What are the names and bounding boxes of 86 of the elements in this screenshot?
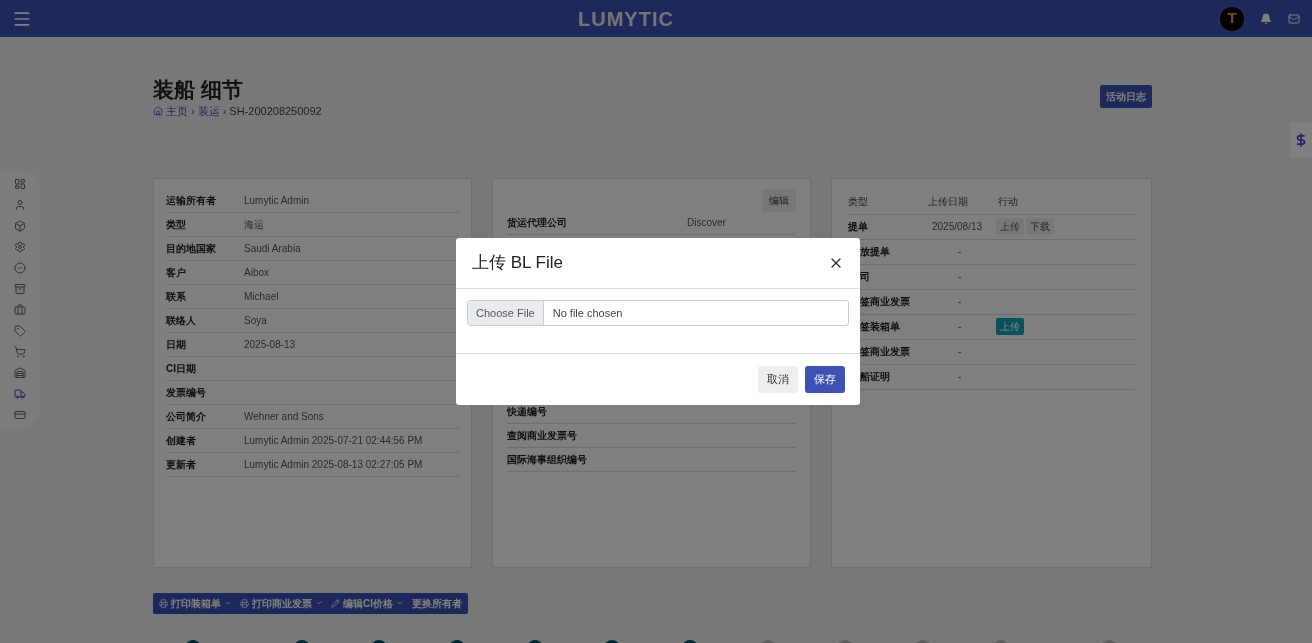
breadcrumb-separator: › [222, 104, 227, 119]
detail-value: Soya [244, 313, 267, 328]
currency-tab[interactable] [1290, 122, 1312, 158]
file-status: No file chosen [551, 305, 624, 321]
truck-icon[interactable] [14, 388, 26, 400]
detail-label: 货运代理公司 [507, 216, 568, 230]
detail-value: Wehner and Sons [244, 409, 324, 424]
briefcase-icon[interactable] [14, 304, 26, 316]
toolbar-button[interactable]: 打印装箱单 [159, 595, 232, 611]
file-input[interactable]: Choose File No file chosen [467, 300, 849, 326]
edit-button[interactable]: 编辑 [762, 188, 796, 212]
detail-value: Aibox [244, 265, 269, 280]
column-header: 类型 [848, 194, 869, 209]
cancel-button[interactable]: 取消 [758, 366, 798, 393]
detail-label: CI日期 [166, 361, 197, 376]
detail-value: Saudi Arabia [244, 241, 301, 256]
breadcrumb-link[interactable]: 装运 [197, 103, 220, 120]
upload-button[interactable]: 上传 [996, 318, 1024, 335]
document-type: 签商业发票 [860, 296, 910, 307]
tag-icon[interactable] [14, 325, 26, 337]
printer-icon [240, 598, 249, 608]
choose-file-button[interactable]: Choose File [468, 301, 544, 325]
printer-icon [159, 598, 168, 608]
avatar[interactable]: T [1220, 6, 1244, 31]
toolbar-button[interactable]: 更换所有者 [412, 595, 462, 611]
card-icon[interactable] [14, 409, 26, 421]
check-circle-icon[interactable] [14, 262, 26, 274]
detail-label: 查阅商业发票号 [507, 428, 578, 443]
detail-label: 公司简介 [166, 409, 207, 424]
upload-date: - [958, 246, 962, 257]
box-icon[interactable] [14, 220, 26, 232]
detail-value: 2025-08-13 [244, 337, 296, 352]
detail-label: 发票编号 [166, 385, 207, 400]
detail-value: Michael [244, 289, 279, 304]
archive-icon[interactable] [14, 283, 26, 295]
detail-label: 类型 [166, 217, 187, 232]
upload-date: - [958, 321, 962, 332]
breadcrumb-current: SH-200208250092 [229, 104, 322, 119]
document-type: 提单 [848, 221, 868, 232]
activity-log-button[interactable]: 活动日志 [1100, 85, 1152, 108]
logo: LUMYTIC [578, 6, 674, 32]
gear-icon[interactable] [14, 241, 26, 253]
document-type: 签商业发票 [860, 346, 910, 357]
detail-label: 联系 [166, 289, 187, 304]
mail-icon[interactable] [1288, 12, 1300, 25]
action-button[interactable]: 下载 [1026, 218, 1054, 235]
detail-label: 更新者 [166, 457, 197, 472]
upload-date: - [958, 271, 962, 282]
detail-label: 目的地国家 [166, 241, 217, 256]
document-type: 船证明 [860, 371, 890, 382]
breadcrumb-link[interactable]: 主页 [166, 103, 188, 120]
detail-value: Lumytic Admin 2025-07-21 02:44:56 PM [244, 433, 423, 448]
upload-date: - [958, 346, 962, 357]
upload-date: - [958, 296, 962, 307]
detail-value: Lumytic Admin [244, 193, 310, 208]
dialog-title: 上传 BL File [472, 252, 563, 275]
home-icon [153, 106, 163, 117]
document-type: 放提单 [860, 246, 890, 257]
detail-value: Lumytic Admin 2025-08-13 02:27:05 PM [244, 457, 423, 472]
user-icon[interactable] [14, 199, 26, 211]
document-type: 签装箱单 [860, 321, 900, 332]
toolbar-button[interactable]: 编辑CI价格 [331, 595, 404, 611]
detail-label: 客户 [166, 265, 187, 280]
document-type: 司 [860, 271, 870, 282]
detail-label: 创建者 [166, 433, 197, 448]
detail-label: 运输所有者 [166, 193, 217, 208]
dashboard-icon[interactable] [14, 178, 26, 190]
bell-icon[interactable] [1260, 12, 1272, 25]
pencil-icon [331, 598, 340, 608]
detail-label: 国际海事组织编号 [507, 452, 588, 467]
warehouse-icon[interactable] [14, 367, 26, 379]
detail-label: 快递编号 [507, 404, 548, 419]
column-header: 行动 [998, 194, 1018, 209]
detail-label: 日期 [166, 337, 187, 352]
page-title: 装船 细节 [153, 77, 244, 103]
detail-value: 海运 [244, 217, 264, 232]
upload-date: - [958, 371, 962, 382]
detail-label: 联络人 [166, 313, 197, 328]
toolbar-button[interactable]: 打印商业发票 [240, 595, 323, 611]
column-header: 上传日期 [928, 194, 969, 209]
detail-value: Discover [687, 216, 726, 230]
breadcrumb-separator: › [191, 104, 195, 119]
upload-date: 2025/08/13 [932, 221, 983, 232]
cart-icon[interactable] [14, 346, 26, 358]
dollar-icon [1294, 133, 1308, 147]
save-button[interactable]: 保存 [805, 366, 845, 393]
